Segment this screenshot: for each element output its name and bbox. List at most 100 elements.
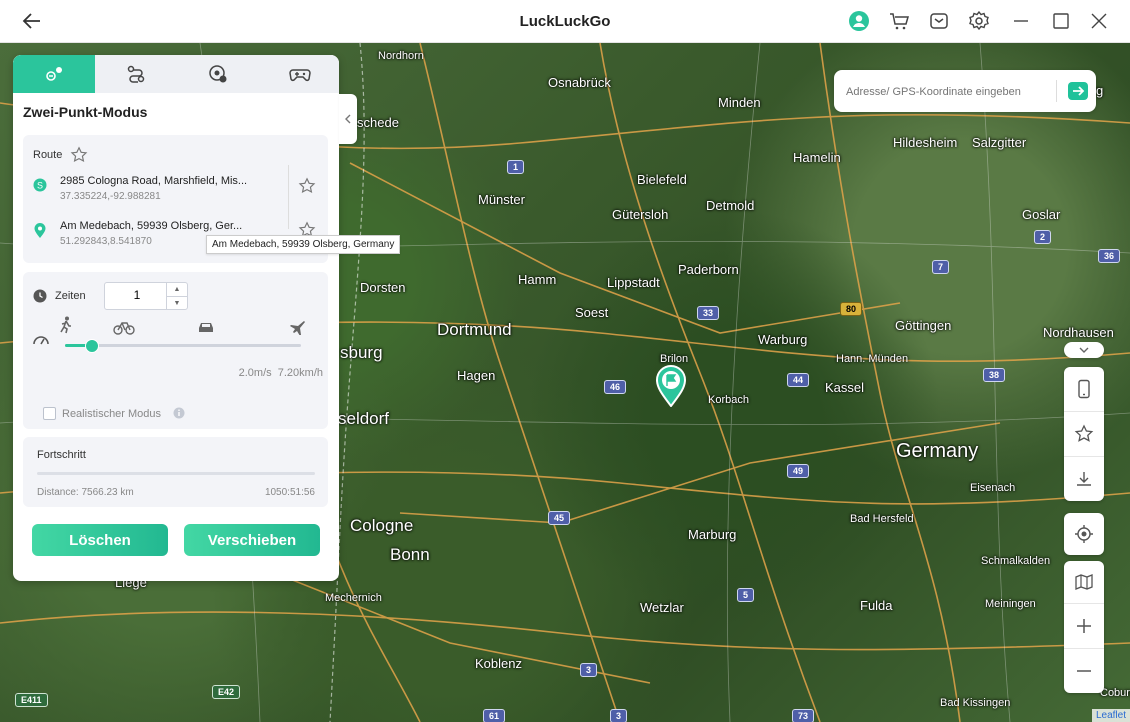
times-label: Zeiten (55, 290, 86, 302)
zoom-in-button[interactable] (1064, 603, 1104, 648)
end-address[interactable]: Am Medebach, 59939 Olsberg, Ger... (60, 220, 242, 232)
map-city-label: Hamelin (793, 150, 841, 165)
map-city-label: Coburg (1100, 687, 1130, 699)
map-city-label: Brilon (660, 353, 689, 365)
speed-slider[interactable] (65, 339, 301, 353)
multi-point-route-icon (127, 65, 145, 83)
maximize-icon[interactable] (1050, 10, 1072, 32)
highway-shield: 7 (932, 260, 950, 274)
speed-readout: 2.0m/s 7.20km/h (238, 367, 323, 379)
map-city-label: sburg (340, 343, 383, 362)
bicycle-icon[interactable] (113, 319, 135, 335)
map-city-label: Fulda (860, 598, 893, 613)
map-city-label: Meiningen (985, 598, 1036, 610)
distance-text: Distance: 7566.23 km (37, 487, 134, 498)
star-icon (1074, 424, 1094, 442)
highway-shield: 45 (548, 511, 571, 525)
start-address[interactable]: 2985 Cologna Road, Marshfield, Mis... (60, 175, 247, 187)
jump-teleport-icon (209, 65, 227, 83)
times-input[interactable] (105, 287, 169, 303)
user-avatar-icon[interactable] (848, 10, 870, 32)
panel-title: Zwei-Punkt-Modus (23, 104, 148, 120)
start-coords: 37.335224,-92.988281 (60, 191, 161, 202)
download-icon (1077, 472, 1091, 486)
map-city-label: Lippstadt (607, 275, 660, 290)
cart-icon[interactable] (888, 10, 910, 32)
progress-card: Fortschritt Distance: 7566.23 km 1050:51… (23, 437, 328, 507)
highway-shield: 3 (610, 709, 628, 722)
zoom-out-button[interactable] (1064, 648, 1104, 693)
route-favorite-star-icon[interactable] (70, 146, 88, 164)
favorites-button[interactable] (1064, 411, 1104, 456)
highway-shield: E411 (15, 693, 48, 707)
tab-multi-point-route[interactable] (95, 55, 177, 93)
map-city-label: Hamm (518, 272, 557, 287)
address-search-box (834, 70, 1096, 112)
highway-shield: 38 (983, 368, 1006, 382)
map-city-label: Nordhorn (378, 50, 424, 62)
speedometer-icon (33, 336, 49, 345)
route-label: Route (33, 149, 63, 161)
delete-button[interactable]: Löschen (32, 524, 168, 556)
chevron-left-icon (345, 114, 351, 124)
minus-icon (1077, 670, 1091, 672)
map-controls-group (1064, 561, 1104, 693)
map-city-label: Germany (896, 440, 979, 462)
remaining-time-text: 1050:51:56 (264, 487, 315, 498)
mail-icon[interactable] (928, 10, 950, 32)
tab-two-point-mode[interactable] (13, 55, 95, 93)
info-icon[interactable] (173, 407, 185, 419)
settings-gear-icon[interactable] (968, 10, 990, 32)
highway-shield: 44 (787, 373, 810, 387)
start-favorite-star-icon[interactable] (298, 177, 316, 195)
map-layer-button[interactable] (1064, 561, 1104, 603)
map-city-label: Münster (478, 192, 525, 207)
map-city-label: Wetzlar (640, 600, 684, 615)
map-city-label: Schmalkalden (981, 555, 1051, 567)
map-city-label: Bielefeld (637, 172, 687, 187)
highway-shield: 80 (840, 302, 863, 316)
tab-joystick[interactable] (259, 55, 339, 93)
panel-collapse-toggle[interactable] (339, 94, 357, 144)
leaflet-attribution[interactable]: Leaflet (1091, 709, 1130, 722)
map-city-label: Goslar (1022, 207, 1061, 222)
tools-group (1064, 367, 1104, 501)
address-search-input[interactable] (844, 82, 1053, 102)
map-city-label: Bonn (390, 545, 430, 564)
start-point-icon: S (33, 178, 47, 192)
app-title: LuckLuckGo (519, 13, 611, 30)
close-icon[interactable] (1088, 10, 1110, 32)
highway-shield: 3 (580, 663, 598, 677)
import-gpx-button[interactable] (1064, 456, 1104, 501)
arrow-right-icon (1073, 86, 1085, 96)
realistic-mode-checkbox[interactable] (43, 407, 56, 420)
mode-panel: Zwei-Punkt-Modus Route S 2985 Cologna Ro… (13, 55, 339, 581)
map-city-label: Gütersloh (612, 207, 669, 222)
stepper-down-icon[interactable]: ▼ (167, 297, 187, 310)
highway-shield: 49 (787, 464, 810, 478)
map-city-label: Marburg (688, 527, 737, 542)
address-tooltip: Am Medebach, 59939 Olsberg, Germany (206, 235, 401, 254)
map-city-label: Minden (718, 95, 761, 110)
joystick-gamepad-icon (289, 69, 311, 82)
map-city-label: Mechernich (325, 592, 382, 604)
search-go-button[interactable] (1068, 82, 1088, 100)
move-button[interactable]: Verschieben (184, 524, 320, 556)
toolbar-collapse-toggle[interactable] (1064, 342, 1104, 358)
minimize-icon[interactable] (1010, 10, 1032, 32)
device-phone-button[interactable] (1064, 367, 1104, 411)
car-icon[interactable] (197, 320, 215, 334)
speed-slider-thumb[interactable] (84, 339, 99, 353)
tab-jump-teleport[interactable] (177, 55, 259, 93)
walk-icon[interactable] (59, 316, 73, 334)
map-city-label: Dortmund (437, 320, 512, 339)
stepper-up-icon[interactable]: ▲ (167, 283, 187, 297)
destination-pin-icon[interactable] (655, 365, 687, 408)
locate-me-button[interactable] (1064, 513, 1104, 555)
stepper-arrows: ▲ ▼ (166, 283, 187, 309)
phone-icon (1078, 379, 1090, 399)
highway-shield: 5 (737, 588, 755, 602)
route-divider (288, 165, 289, 229)
airplane-icon[interactable] (289, 319, 305, 335)
two-point-mode-icon (46, 67, 62, 81)
